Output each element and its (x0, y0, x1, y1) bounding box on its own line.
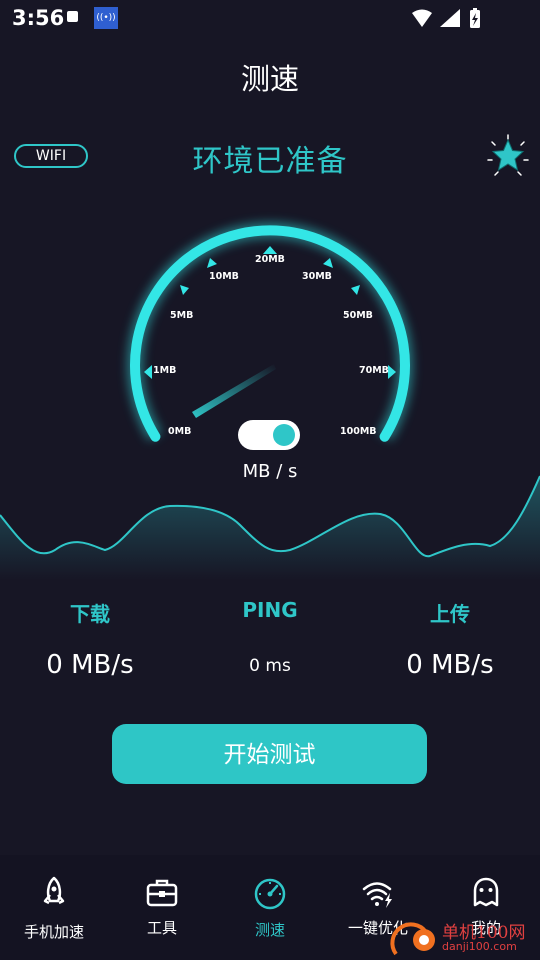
status-bar: 3:56 ((•)) (0, 0, 540, 36)
nav-label-phone-boost: 手机加速 (23, 923, 84, 941)
wifi-signal-icon (412, 9, 432, 27)
toggle-knob (273, 424, 295, 446)
unit-toggle[interactable] (238, 420, 300, 450)
download-stat: 下载 0 MB/s (0, 578, 180, 680)
tick-marker-1mb (144, 365, 152, 379)
upload-stat: 上传 0 MB/s (360, 578, 540, 680)
profile-icon (473, 877, 499, 907)
speedometer-icon (254, 878, 286, 910)
nav-item-speed-test[interactable]: 测速 (216, 855, 324, 960)
download-label: 下载 (70, 602, 110, 626)
download-value: 0 MB/s (46, 650, 134, 680)
system-status-icons (412, 8, 480, 28)
status-time: 3:56 (12, 6, 65, 30)
speed-stats: 下载 0 MB/s PING 0 ms 上传 0 MB/s (0, 578, 540, 698)
rocket-icon (43, 876, 65, 905)
battery-icon (470, 8, 480, 28)
tick-label-70mb: 70MB (359, 365, 389, 376)
tick-label-5mb: 5MB (170, 310, 193, 321)
wave-graphic (0, 475, 540, 580)
tick-marker-10mb (207, 258, 217, 268)
nav-item-tools[interactable]: 工具 (108, 855, 216, 960)
upload-value: 0 MB/s (406, 650, 494, 680)
wifi-boost-icon (362, 882, 392, 908)
tick-marker-50mb (351, 285, 360, 295)
ping-stat: PING 0 ms (180, 578, 360, 676)
nav-label-tools: 工具 (146, 919, 177, 937)
nav-label-speed-test: 测速 (254, 921, 285, 939)
tick-label-100mb: 100MB (340, 426, 377, 437)
tick-marker-20mb (263, 246, 277, 254)
tick-label-30mb: 30MB (302, 271, 332, 282)
nav-item-phone-boost[interactable]: 手机加速 (0, 855, 108, 960)
tick-marker-5mb (180, 285, 189, 295)
toolbox-icon (146, 879, 178, 907)
tick-marker-30mb (323, 258, 333, 268)
upload-label: 上传 (430, 602, 470, 626)
tick-label-20mb: 20MB (255, 254, 285, 265)
radio-icon: ((•)) (94, 7, 118, 29)
ping-label: PING (242, 598, 298, 622)
start-test-button[interactable]: 开始测试 (112, 724, 427, 784)
environment-status: 环境已准备 (192, 144, 348, 179)
watermark-subtext: danji100.com (442, 940, 517, 953)
tick-marker-70mb (388, 365, 396, 379)
tick-label-1mb: 1MB (153, 365, 176, 376)
page-title: 测速 (240, 62, 299, 96)
ping-value: 0 ms (249, 656, 291, 676)
watermark-logo-icon (390, 922, 435, 956)
star-icon[interactable] (486, 134, 530, 178)
gauge-needle (192, 364, 276, 418)
cell-signal-icon (440, 9, 460, 27)
tick-label-50mb: 50MB (343, 310, 373, 321)
tick-label-10mb: 10MB (209, 271, 239, 282)
notification-icon (67, 11, 78, 22)
bottom-nav: 手机加速 工具 测速 一键优化 我的 单机100网 danji100.com (0, 855, 540, 960)
watermark: 单机100网 danji100.com (386, 914, 536, 958)
tick-label-0mb: 0MB (168, 426, 191, 437)
